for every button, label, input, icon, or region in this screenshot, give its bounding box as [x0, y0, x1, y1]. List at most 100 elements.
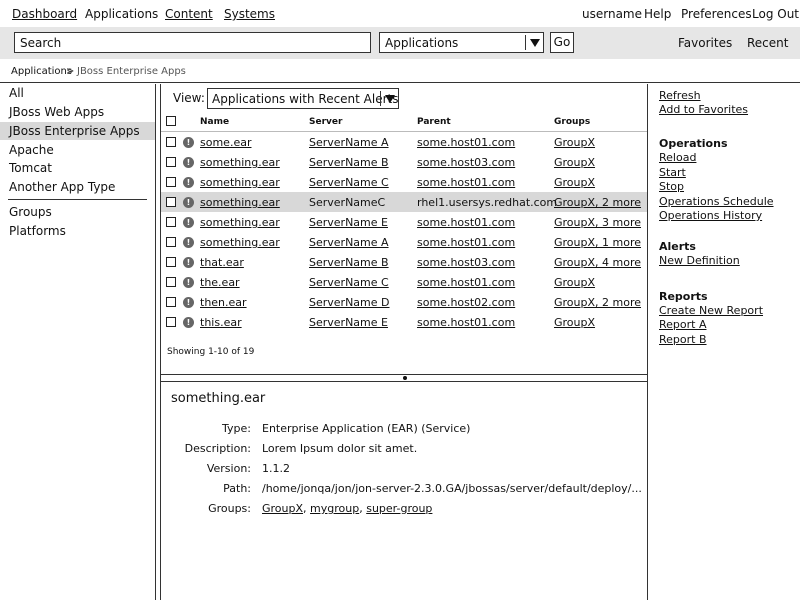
cell-parent[interactable]: some.host01.com: [417, 316, 515, 329]
table-row[interactable]: ! something.ear ServerName B some.host03.co…: [161, 152, 647, 172]
cell-name[interactable]: something.ear: [200, 156, 280, 169]
row-checkbox[interactable]: [166, 297, 176, 307]
cell-groups[interactable]: GroupX, 2 more: [554, 196, 641, 209]
sidebar-item-tomcat[interactable]: Tomcat: [0, 159, 155, 177]
new-definition-link[interactable]: New Definition: [659, 254, 740, 267]
go-button[interactable]: Go: [550, 32, 574, 53]
table-row[interactable]: ! some.ear ServerName A some.host01.com Grou…: [161, 132, 647, 152]
operations-schedule-link[interactable]: Operations Schedule: [659, 195, 774, 208]
sidebar-item-platforms[interactable]: Platforms: [0, 222, 155, 240]
table-row[interactable]: ! something.ear ServerName C some.host01.co…: [161, 172, 647, 192]
table-row[interactable]: ! something.ear ServerNameC rhel1.usersys.r…: [161, 192, 647, 212]
sidebar-item-another-app-type[interactable]: Another App Type: [0, 178, 155, 196]
add-to-favorites-link[interactable]: Add to Favorites: [659, 103, 748, 116]
row-checkbox[interactable]: [166, 177, 176, 187]
cell-groups[interactable]: GroupX, 2 more: [554, 296, 641, 309]
search-scope-select[interactable]: Applications: [379, 32, 544, 53]
refresh-link[interactable]: Refresh: [659, 89, 701, 102]
cell-server[interactable]: ServerName D: [309, 296, 390, 309]
sidebar-item-jboss-enterprise-apps[interactable]: JBoss Enterprise Apps: [0, 122, 155, 140]
row-checkbox[interactable]: [166, 317, 176, 327]
cell-parent[interactable]: some.host02.com: [417, 296, 515, 309]
cell-groups[interactable]: GroupX: [554, 276, 595, 289]
sidebar-item-jboss-web-apps[interactable]: JBoss Web Apps: [0, 103, 155, 121]
cell-groups[interactable]: GroupX, 3 more: [554, 216, 641, 229]
cell-server[interactable]: ServerName C: [309, 176, 389, 189]
cell-parent[interactable]: some.host01.com: [417, 176, 515, 189]
stop-link[interactable]: Stop: [659, 180, 684, 193]
cell-groups[interactable]: GroupX: [554, 156, 595, 169]
row-checkbox[interactable]: [166, 277, 176, 287]
row-checkbox[interactable]: [166, 217, 176, 227]
cell-name[interactable]: this.ear: [200, 316, 242, 329]
report-b-link[interactable]: Report B: [659, 333, 707, 346]
cell-server[interactable]: ServerName A: [309, 236, 389, 249]
nav-systems[interactable]: Systems: [224, 7, 275, 21]
select-all-checkbox[interactable]: [166, 116, 176, 126]
row-checkbox[interactable]: [166, 157, 176, 167]
create-new-report-link[interactable]: Create New Report: [659, 304, 763, 317]
table-row[interactable]: ! that.ear ServerName B some.host03.com Grou…: [161, 252, 647, 272]
cell-server[interactable]: ServerName E: [309, 316, 388, 329]
column-header-parent[interactable]: Parent: [417, 117, 451, 127]
cell-name[interactable]: that.ear: [200, 256, 244, 269]
nav-logout[interactable]: Log Out: [752, 7, 799, 21]
row-checkbox[interactable]: [166, 257, 176, 267]
table-row[interactable]: ! something.ear ServerName A some.host01.co…: [161, 232, 647, 252]
cell-parent[interactable]: some.host03.com: [417, 256, 515, 269]
nav-content[interactable]: Content: [165, 7, 213, 21]
search-input[interactable]: [14, 32, 371, 53]
cell-parent[interactable]: some.host03.com: [417, 156, 515, 169]
cell-name[interactable]: something.ear: [200, 176, 280, 189]
cell-groups[interactable]: GroupX, 4 more: [554, 256, 641, 269]
table-row[interactable]: ! this.ear ServerName E some.host01.com Grou…: [161, 312, 647, 332]
cell-server[interactable]: ServerName B: [309, 256, 389, 269]
cell-parent[interactable]: some.host01.com: [417, 216, 515, 229]
row-checkbox[interactable]: [166, 237, 176, 247]
cell-groups[interactable]: GroupX: [554, 176, 595, 189]
row-checkbox[interactable]: [166, 137, 176, 147]
column-header-server[interactable]: Server: [309, 117, 342, 127]
reload-link[interactable]: Reload: [659, 151, 696, 164]
nav-preferences[interactable]: Preferences: [681, 7, 752, 21]
cell-server[interactable]: ServerName B: [309, 156, 389, 169]
cell-parent[interactable]: some.host01.com: [417, 236, 515, 249]
report-a-link[interactable]: Report A: [659, 318, 707, 331]
detail-group-link[interactable]: GroupX: [262, 502, 303, 515]
favorites-link[interactable]: Favorites: [678, 36, 732, 50]
drag-handle-icon[interactable]: [403, 376, 407, 380]
cell-name[interactable]: the.ear: [200, 276, 240, 289]
breadcrumb-applications[interactable]: Applications: [11, 66, 72, 77]
nav-dashboard[interactable]: Dashboard: [12, 7, 77, 21]
column-header-groups[interactable]: Groups: [554, 117, 590, 127]
cell-server[interactable]: ServerName A: [309, 136, 389, 149]
view-filter-select[interactable]: Applications with Recent Alerts: [207, 88, 399, 109]
cell-name[interactable]: some.ear: [200, 136, 251, 149]
nav-help[interactable]: Help: [644, 7, 671, 21]
cell-name[interactable]: something.ear: [200, 236, 280, 249]
cell-parent[interactable]: some.host01.com: [417, 276, 515, 289]
cell-parent[interactable]: some.host01.com: [417, 136, 515, 149]
table-row[interactable]: ! the.ear ServerName C some.host01.com Group…: [161, 272, 647, 292]
start-link[interactable]: Start: [659, 166, 686, 179]
nav-username[interactable]: username: [582, 7, 642, 21]
cell-groups[interactable]: GroupX, 1 more: [554, 236, 641, 249]
operations-history-link[interactable]: Operations History: [659, 209, 762, 222]
detail-group-link[interactable]: mygroup: [310, 502, 359, 515]
sidebar-item-groups[interactable]: Groups: [0, 203, 155, 221]
cell-name[interactable]: something.ear: [200, 216, 280, 229]
cell-server[interactable]: ServerName C: [309, 276, 389, 289]
sidebar-item-apache[interactable]: Apache: [0, 141, 155, 159]
row-checkbox[interactable]: [166, 197, 176, 207]
cell-name[interactable]: then.ear: [200, 296, 247, 309]
cell-server[interactable]: ServerName E: [309, 216, 388, 229]
table-row[interactable]: ! then.ear ServerName D some.host02.com Grou…: [161, 292, 647, 312]
cell-groups[interactable]: GroupX: [554, 136, 595, 149]
table-row[interactable]: ! something.ear ServerName E some.host01.co…: [161, 212, 647, 232]
cell-name[interactable]: something.ear: [200, 196, 280, 209]
sidebar-item-all[interactable]: All: [0, 84, 155, 102]
pane-splitter[interactable]: [161, 374, 647, 382]
recent-link[interactable]: Recent: [747, 36, 788, 50]
cell-groups[interactable]: GroupX: [554, 316, 595, 329]
detail-group-link[interactable]: super-group: [366, 502, 432, 515]
